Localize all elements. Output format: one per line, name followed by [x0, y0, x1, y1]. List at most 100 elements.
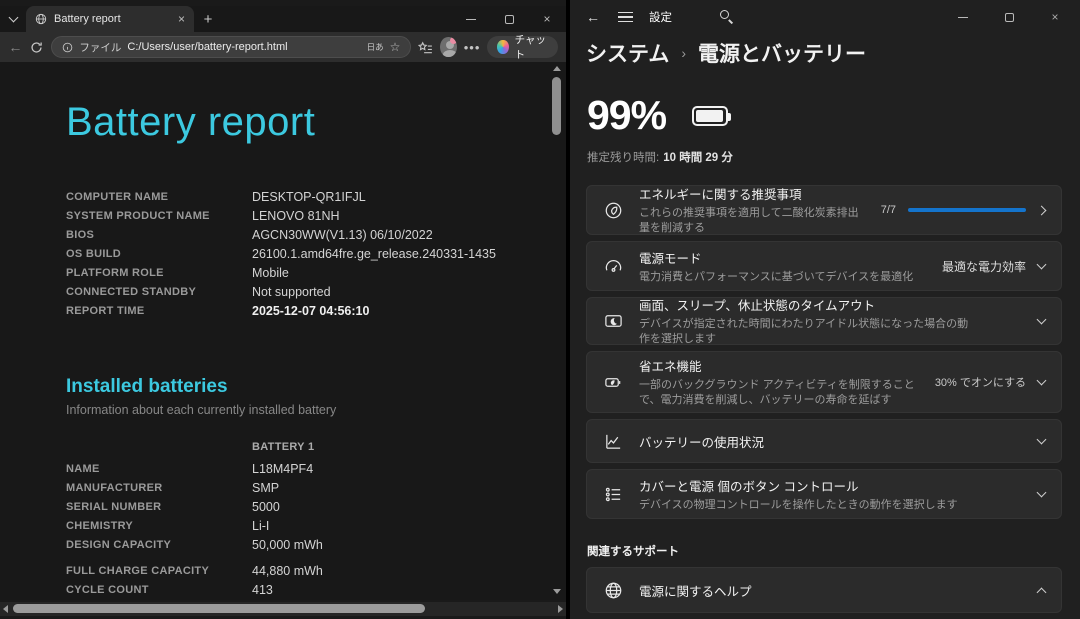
help-globe-icon	[603, 581, 623, 600]
search-icon[interactable]	[720, 10, 734, 24]
lid-power-controls-icon	[603, 485, 623, 504]
power-mode-value: 最適な電力効率	[942, 258, 1026, 275]
card-subtitle: 電力消費とパフォーマンスに基づいてデバイスを最適化	[639, 270, 926, 285]
table-row: CYCLE COUNT413	[66, 580, 566, 599]
card-title: 電源モード	[639, 248, 926, 267]
breadcrumb: システム › 電源とバッテリー	[570, 38, 1080, 68]
profile-avatar[interactable]	[440, 37, 456, 57]
card-subtitle: 一部のバックグラウンド アクティビティを制限することで、電力消費を削減し、バッテ…	[639, 378, 919, 408]
battery-usage-icon	[603, 432, 623, 451]
table-row: DESIGN CAPACITY50,000 mWh	[66, 535, 566, 554]
power-mode-icon	[603, 257, 623, 276]
card-battery-usage[interactable]: バッテリーの使用状況	[586, 419, 1062, 463]
table-row: OS BUILD26100.1.amd64fre.ge_release.2403…	[66, 244, 566, 263]
table-row: PLATFORM ROLEMobile	[66, 263, 566, 282]
minimize-button[interactable]	[944, 10, 982, 24]
tab-close-icon[interactable]: ×	[178, 13, 185, 25]
energy-saver-value: 30% でオンにする	[935, 374, 1026, 390]
vertical-scrollbar[interactable]	[550, 64, 563, 596]
globe-icon	[35, 13, 47, 25]
table-row: MANUFACTURERSMP	[66, 478, 566, 497]
settings-titlebar: ← 設定 ×	[570, 0, 1080, 34]
close-button[interactable]: ×	[528, 6, 566, 32]
chevron-down-icon[interactable]	[1037, 488, 1047, 498]
chevron-down-icon[interactable]	[1037, 260, 1047, 270]
chevron-down-icon[interactable]	[1037, 435, 1047, 445]
browser-toolbar: ← ファイル C:/Users/user/battery-report.html…	[0, 32, 566, 62]
table-row: NAMEL18M4PF4	[66, 459, 566, 478]
card-title: カバーと電源 個のボタン コントロール	[639, 476, 1022, 495]
address-url[interactable]: C:/Users/user/battery-report.html	[127, 41, 360, 53]
avatar-badge	[450, 37, 457, 44]
installed-batteries-heading: Installed batteries	[66, 376, 566, 398]
copilot-icon	[497, 40, 508, 54]
card-title: 画面、スリープ、休止状態のタイムアウト	[639, 295, 1022, 314]
installed-batteries-subtitle: Information about each currently install…	[66, 403, 566, 417]
card-power-help[interactable]: 電源に関するヘルプ	[586, 567, 1062, 613]
battery-percent: 99%	[587, 92, 666, 139]
browser-window-controls: ×	[452, 6, 566, 32]
maximize-button[interactable]	[990, 10, 1028, 24]
scroll-down-arrow[interactable]	[553, 589, 561, 594]
minimize-button[interactable]	[452, 6, 490, 32]
horizontal-scrollbar[interactable]	[0, 602, 566, 616]
address-bar[interactable]: ファイル C:/Users/user/battery-report.html 日…	[51, 36, 411, 58]
card-subtitle: デバイスの物理コントロールを操作したときの動作を選択します	[639, 498, 969, 513]
battery-estimate: 推定残り時間:10 時間 29 分	[570, 149, 1080, 165]
new-tab-button[interactable]: +	[194, 11, 222, 28]
chevron-down-icon	[8, 13, 18, 23]
favorite-star-icon[interactable]: ☆	[390, 40, 401, 54]
scroll-right-arrow[interactable]	[558, 605, 563, 613]
settings-back-button[interactable]: ←	[584, 9, 602, 25]
info-icon[interactable]	[62, 42, 73, 53]
card-lid-power-button-controls[interactable]: カバーと電源 個のボタン コントロール デバイスの物理コントロールを操作したとき…	[586, 469, 1062, 519]
battery-report-page: Battery report COMPUTER NAMEDESKTOP-QR1I…	[0, 62, 566, 600]
page-title: 電源とバッテリー	[698, 38, 866, 68]
card-title: 省エネ機能	[639, 356, 919, 375]
tab-actions-button[interactable]	[0, 9, 26, 29]
table-row: CHEMISTRYLi-I	[66, 516, 566, 535]
maximize-button[interactable]	[490, 6, 528, 32]
card-power-mode[interactable]: 電源モード 電力消費とパフォーマンスに基づいてデバイスを最適化 最適な電力効率	[586, 241, 1062, 291]
chevron-right-icon[interactable]	[1037, 205, 1047, 215]
card-subtitle: デバイスが指定された時間にわたりアイドル状態になった場合の動作を選択します	[639, 317, 969, 347]
tab-strip: Battery report × + ×	[0, 6, 566, 32]
refresh-button[interactable]	[30, 41, 45, 54]
collections-icon[interactable]	[418, 40, 433, 55]
breadcrumb-system[interactable]: システム	[586, 38, 669, 68]
system-info-table: COMPUTER NAMEDESKTOP-QR1IFJL SYSTEM PROD…	[66, 187, 566, 320]
card-title: エネルギーに関する推奨事項	[639, 184, 865, 203]
report-title: Battery report	[66, 100, 566, 145]
screen-sleep-icon	[603, 312, 623, 331]
scroll-left-arrow[interactable]	[3, 605, 8, 613]
back-button[interactable]: ←	[8, 39, 23, 55]
close-button[interactable]: ×	[1036, 10, 1074, 24]
chevron-down-icon[interactable]	[1037, 376, 1047, 386]
battery-info-table: NAMEL18M4PF4 MANUFACTURERSMP SERIAL NUMB…	[66, 459, 566, 599]
card-energy-saver[interactable]: 省エネ機能 一部のバックグラウンド アクティビティを制限することで、電力消費を削…	[586, 351, 1062, 413]
table-row: SERIAL NUMBER5000	[66, 497, 566, 516]
related-support-section: 電源に関するヘルプ Windows のおすすめの電源設定に切り替える	[570, 567, 1080, 619]
hamburger-menu-icon[interactable]	[618, 12, 633, 23]
recommendations-count: 7/7	[881, 204, 896, 216]
translate-icon[interactable]: 日あ	[367, 41, 384, 53]
battery-icon	[692, 106, 728, 126]
battery-hero: 99%	[570, 92, 1080, 139]
card-screen-sleep-timeouts[interactable]: 画面、スリープ、休止状態のタイムアウト デバイスが指定された時間にわたりアイドル…	[586, 297, 1062, 345]
card-energy-recommendations[interactable]: エネルギーに関する推奨事項 これらの推奨事項を適用して二酸化炭素排出量を削減する…	[586, 185, 1062, 235]
browser-menu-icon[interactable]: •••	[464, 40, 481, 55]
settings-window: ← 設定 × システム › 電源とバッテリー 99% 推定残り時間:10 時間 …	[570, 0, 1080, 619]
chevron-up-icon[interactable]	[1037, 587, 1047, 597]
table-row: COMPUTER NAMEDESKTOP-QR1IFJL	[66, 187, 566, 206]
chevron-down-icon[interactable]	[1037, 315, 1047, 325]
address-scheme-label: ファイル	[79, 40, 121, 55]
copilot-button[interactable]: チャット	[487, 36, 558, 58]
scroll-up-arrow[interactable]	[553, 66, 561, 71]
settings-window-controls: ×	[944, 10, 1080, 24]
card-subtitle: これらの推奨事項を適用して二酸化炭素排出量を削減する	[639, 206, 865, 236]
battery-column-header: BATTERY 1	[66, 441, 566, 453]
card-title: バッテリーの使用状況	[639, 432, 1022, 451]
vertical-scrollbar-thumb[interactable]	[552, 77, 561, 135]
browser-tab-battery-report[interactable]: Battery report ×	[26, 6, 194, 32]
horizontal-scrollbar-thumb[interactable]	[13, 604, 425, 613]
